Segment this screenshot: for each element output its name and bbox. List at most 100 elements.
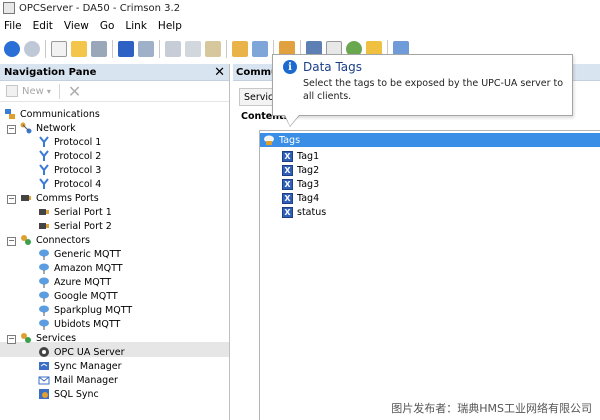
cloud-icon <box>39 291 49 302</box>
tags-root-label: Tags <box>279 134 301 146</box>
serial-port-icon <box>39 223 49 229</box>
tree-item-label: Protocol 4 <box>54 178 102 190</box>
tree-item-opc-ua-server[interactable]: OPC UA Server <box>38 345 125 359</box>
tags-folder-icon <box>264 135 274 145</box>
toolbar-separator <box>45 40 46 58</box>
tree-item-label: SQL Sync <box>54 388 99 400</box>
undo-icon[interactable] <box>118 41 134 57</box>
tooltip-header: i Data Tags <box>283 60 564 74</box>
delete-icon[interactable]: ✕ <box>68 82 81 101</box>
tree-item-label: OPC UA Server <box>54 346 125 358</box>
tag-label: Tag1 <box>297 150 320 162</box>
tree-item-serial-port-2[interactable]: Serial Port 2 <box>38 219 112 233</box>
menu-go[interactable]: Go <box>100 20 115 32</box>
tree-item-services[interactable]: Services <box>20 331 76 345</box>
menu-link[interactable]: Link <box>125 20 147 32</box>
menu-help[interactable]: Help <box>158 20 182 32</box>
tree-item-protocol-3[interactable]: Protocol 3 <box>38 163 101 177</box>
tree-item-sparkplug-mqtt[interactable]: Sparkplug MQTT <box>38 303 132 317</box>
tree-item-label: Comms Ports <box>36 192 99 204</box>
spell-icon[interactable] <box>232 41 248 57</box>
tree-item-protocol-1[interactable]: Protocol 1 <box>38 135 101 149</box>
tag-label: Tag4 <box>297 192 320 204</box>
new-icon[interactable] <box>51 41 67 57</box>
menu-edit[interactable]: Edit <box>33 20 53 32</box>
save-icon[interactable] <box>91 41 107 57</box>
tree-item-connectors[interactable]: Connectors <box>20 233 90 247</box>
comms-ports-icon <box>21 195 31 201</box>
new-button-label: New <box>22 85 44 97</box>
nav-title: Navigation Pane <box>4 66 97 78</box>
tree-item-generic-mqtt[interactable]: Generic MQTT <box>38 247 121 261</box>
tag-row[interactable]: X Tag3 <box>282 177 319 191</box>
tree-item-label: Generic MQTT <box>54 248 121 260</box>
protocol-icon <box>39 136 49 147</box>
tag-row[interactable]: X Tag2 <box>282 163 319 177</box>
tag-row[interactable]: X Tag1 <box>282 149 319 163</box>
services-icon <box>21 333 31 343</box>
tree-item-sql-sync[interactable]: SQL Sync <box>38 387 99 401</box>
sync-icon <box>39 362 49 370</box>
tree-item-network[interactable]: Network <box>20 121 76 135</box>
cut-icon[interactable] <box>165 41 181 57</box>
tree-item-communications[interactable]: Communications <box>4 107 100 121</box>
forward-icon[interactable] <box>24 41 40 57</box>
tree-item-label: Protocol 1 <box>54 136 102 148</box>
menu-view[interactable]: View <box>64 20 89 32</box>
tooltip-body: Select the tags to be exposed by the UPC… <box>303 78 564 102</box>
tree-item-protocol-4[interactable]: Protocol 4 <box>38 177 101 191</box>
tree-item-ubidots-mqtt[interactable]: Ubidots MQTT <box>38 317 120 331</box>
tags-root-row[interactable]: Tags <box>260 133 600 147</box>
tree-item-serial-port-1[interactable]: Serial Port 1 <box>38 205 112 219</box>
tag-label: status <box>297 206 327 218</box>
redo-icon[interactable] <box>138 41 154 57</box>
paste-icon[interactable] <box>205 41 221 57</box>
tag-icon: X <box>282 164 293 176</box>
new-button[interactable]: New ▾ <box>6 85 51 97</box>
new-item-icon <box>6 85 18 97</box>
protocol-icon <box>39 164 49 175</box>
tag-icon: X <box>282 178 293 190</box>
copy-icon[interactable] <box>185 41 201 57</box>
chevron-down-icon: ▾ <box>46 86 51 96</box>
collapse-toggle[interactable]: − <box>7 125 16 134</box>
serial-port-icon <box>39 209 49 215</box>
watermark: 图片发布者：瑞典HMS工业网络有限公司 <box>391 402 592 415</box>
close-icon[interactable]: ✕ <box>214 66 225 79</box>
tag-icon: X <box>282 206 293 218</box>
cloud-icon <box>39 319 49 330</box>
tree-item-protocol-2[interactable]: Protocol 2 <box>38 149 101 163</box>
toolbar-separator <box>159 40 160 58</box>
navigation-pane: Navigation Pane ✕ New ▾ ✕ Communications… <box>0 64 230 420</box>
connectors-icon <box>21 235 31 245</box>
back-icon[interactable] <box>4 41 20 57</box>
tag-icon: X <box>282 150 293 162</box>
find-icon[interactable] <box>252 41 268 57</box>
open-icon[interactable] <box>71 41 87 57</box>
menu-file[interactable]: File <box>4 20 22 32</box>
nav-toolbar: New ▾ ✕ <box>0 81 229 102</box>
collapse-toggle[interactable]: − <box>7 195 16 204</box>
tree-item-label: Sync Manager <box>54 360 122 372</box>
tree-item-amazon-mqtt[interactable]: Amazon MQTT <box>38 261 123 275</box>
protocol-icon <box>39 150 49 161</box>
collapse-toggle[interactable]: − <box>7 335 16 344</box>
network-icon <box>20 122 32 134</box>
cloud-icon <box>39 249 49 260</box>
tree-item-azure-mqtt[interactable]: Azure MQTT <box>38 275 111 289</box>
nav-header: Navigation Pane ✕ <box>0 64 229 81</box>
tag-row[interactable]: X status <box>282 205 326 219</box>
tree-item-mail-manager[interactable]: Mail Manager <box>38 373 118 387</box>
tag-row[interactable]: X Tag4 <box>282 191 319 205</box>
tree-item-comms-ports[interactable]: Comms Ports <box>20 191 99 205</box>
tree-item-sync-manager[interactable]: Sync Manager <box>38 359 122 373</box>
tree-item-label: Communications <box>20 108 100 120</box>
tooltip-tail-inner <box>285 115 299 126</box>
menu-bar: File Edit View Go Link Help <box>0 17 600 34</box>
tree-item-label: Azure MQTT <box>54 276 112 288</box>
tree-item-label: Protocol 2 <box>54 150 102 162</box>
tooltip-title: Data Tags <box>303 60 363 74</box>
collapse-toggle[interactable]: − <box>7 237 16 246</box>
tree-item-label: Services <box>36 332 77 344</box>
tree-item-google-mqtt[interactable]: Google MQTT <box>38 289 118 303</box>
